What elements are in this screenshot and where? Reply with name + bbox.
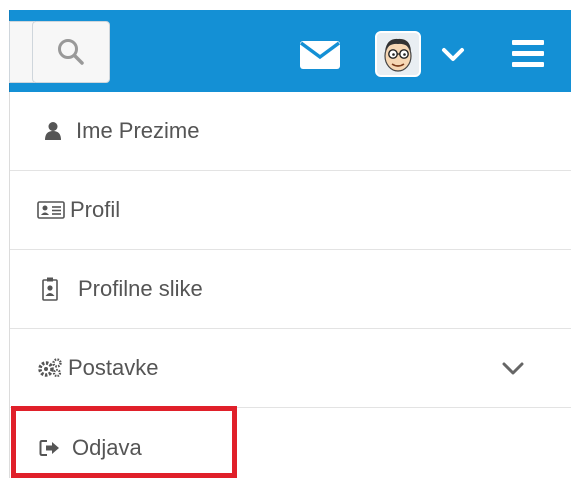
menu-item-profile[interactable]: Profil bbox=[10, 171, 571, 250]
top-bar bbox=[0, 0, 571, 92]
envelope-icon bbox=[299, 41, 341, 69]
menu-item-settings[interactable]: Postavke bbox=[10, 329, 571, 408]
menu-item-profile-pictures[interactable]: Profilne slike bbox=[10, 250, 571, 329]
messages-button[interactable] bbox=[298, 38, 346, 72]
chevron-down-icon[interactable] bbox=[500, 361, 526, 377]
search-button[interactable] bbox=[32, 21, 110, 83]
user-avatar-button[interactable] bbox=[375, 31, 421, 77]
menu-item-label: Ime Prezime bbox=[76, 118, 200, 143]
menu-item-user-name[interactable]: Ime Prezime bbox=[10, 92, 571, 171]
user-menu-toggle[interactable] bbox=[440, 46, 466, 64]
menu-item-label: Odjava bbox=[72, 434, 142, 460]
user-dropdown-menu: Ime Prezime Profil Profilne slike Postav… bbox=[9, 92, 571, 478]
avatar-icon bbox=[377, 33, 419, 75]
chevron-down-icon bbox=[442, 48, 464, 61]
menu-item-logout[interactable]: Odjava bbox=[10, 408, 571, 478]
id-card-icon bbox=[36, 199, 66, 221]
photo-badge-icon bbox=[40, 277, 60, 301]
menu-item-label: Postavke bbox=[68, 355, 159, 380]
menu-item-label: Profil bbox=[70, 197, 121, 222]
menu-item-label: Profilne slike bbox=[78, 276, 203, 301]
hamburger-icon bbox=[512, 40, 544, 67]
user-icon bbox=[38, 120, 68, 142]
gears-icon bbox=[36, 357, 64, 379]
main-menu-button[interactable] bbox=[512, 40, 544, 68]
sign-out-icon bbox=[38, 437, 62, 459]
search-icon bbox=[58, 39, 84, 65]
